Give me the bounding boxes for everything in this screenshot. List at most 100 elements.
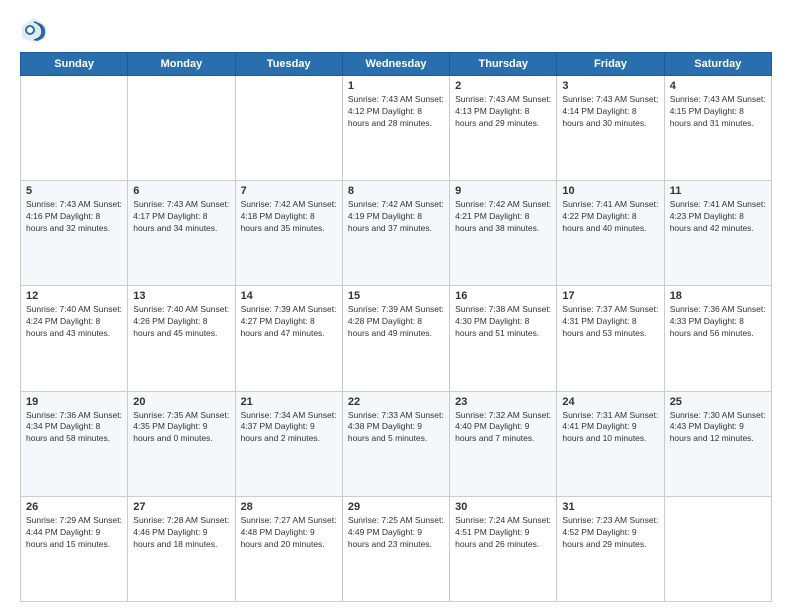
day-number: 25 <box>670 396 766 408</box>
day-number: 23 <box>455 396 551 408</box>
day-number: 27 <box>133 501 229 513</box>
day-cell: 13 Sunrise: 7:40 AM Sunset: 4:26 PM Dayli… <box>128 286 235 391</box>
day-number: 11 <box>670 185 766 197</box>
day-cell <box>128 76 235 181</box>
day-number: 13 <box>133 290 229 302</box>
weekday-header-wednesday: Wednesday <box>342 53 449 76</box>
day-info: Sunrise: 7:35 AM Sunset: 4:35 PM Dayligh… <box>133 410 229 446</box>
day-cell: 4 Sunrise: 7:43 AM Sunset: 4:15 PM Daylig… <box>664 76 771 181</box>
day-number: 19 <box>26 396 122 408</box>
day-number: 7 <box>241 185 337 197</box>
day-info: Sunrise: 7:40 AM Sunset: 4:26 PM Dayligh… <box>133 304 229 340</box>
day-number: 21 <box>241 396 337 408</box>
day-info: Sunrise: 7:40 AM Sunset: 4:24 PM Dayligh… <box>26 304 122 340</box>
day-cell: 12 Sunrise: 7:40 AM Sunset: 4:24 PM Dayli… <box>21 286 128 391</box>
day-number: 4 <box>670 80 766 92</box>
day-info: Sunrise: 7:32 AM Sunset: 4:40 PM Dayligh… <box>455 410 551 446</box>
day-cell: 20 Sunrise: 7:35 AM Sunset: 4:35 PM Dayli… <box>128 391 235 496</box>
day-info: Sunrise: 7:34 AM Sunset: 4:37 PM Dayligh… <box>241 410 337 446</box>
week-row-4: 19Sunrise: 7:36 AM Sunset: 4:34 PM Dayli… <box>21 391 772 496</box>
day-number: 10 <box>562 185 658 197</box>
day-cell: 26 Sunrise: 7:29 AM Sunset: 4:44 PM Dayli… <box>21 496 128 601</box>
day-info: Sunrise: 7:27 AM Sunset: 4:48 PM Dayligh… <box>241 515 337 551</box>
day-number: 24 <box>562 396 658 408</box>
day-info: Sunrise: 7:37 AM Sunset: 4:31 PM Dayligh… <box>562 304 658 340</box>
day-number: 22 <box>348 396 444 408</box>
day-number: 8 <box>348 185 444 197</box>
day-number: 28 <box>241 501 337 513</box>
day-info: Sunrise: 7:25 AM Sunset: 4:49 PM Dayligh… <box>348 515 444 551</box>
day-cell: 18 Sunrise: 7:36 AM Sunset: 4:33 PM Dayli… <box>664 286 771 391</box>
day-info: Sunrise: 7:43 AM Sunset: 4:14 PM Dayligh… <box>562 94 658 130</box>
day-info: Sunrise: 7:33 AM Sunset: 4:38 PM Dayligh… <box>348 410 444 446</box>
day-info: Sunrise: 7:43 AM Sunset: 4:12 PM Dayligh… <box>348 94 444 130</box>
day-info: Sunrise: 7:23 AM Sunset: 4:52 PM Dayligh… <box>562 515 658 551</box>
day-cell: 31Sunrise: 7:23 AM Sunset: 4:52 PM Dayli… <box>557 496 664 601</box>
day-cell: 9 Sunrise: 7:42 AM Sunset: 4:21 PM Daylig… <box>450 181 557 286</box>
weekday-header-thursday: Thursday <box>450 53 557 76</box>
page: SundayMondayTuesdayWednesdayThursdayFrid… <box>0 0 792 612</box>
day-cell: 8 Sunrise: 7:42 AM Sunset: 4:19 PM Daylig… <box>342 181 449 286</box>
day-info: Sunrise: 7:31 AM Sunset: 4:41 PM Dayligh… <box>562 410 658 446</box>
day-info: Sunrise: 7:42 AM Sunset: 4:18 PM Dayligh… <box>241 199 337 235</box>
day-cell <box>21 76 128 181</box>
logo-icon <box>20 16 48 44</box>
day-info: Sunrise: 7:38 AM Sunset: 4:30 PM Dayligh… <box>455 304 551 340</box>
day-info: Sunrise: 7:39 AM Sunset: 4:27 PM Dayligh… <box>241 304 337 340</box>
day-cell: 3 Sunrise: 7:43 AM Sunset: 4:14 PM Daylig… <box>557 76 664 181</box>
header <box>20 16 772 44</box>
day-info: Sunrise: 7:43 AM Sunset: 4:15 PM Dayligh… <box>670 94 766 130</box>
day-cell: 22 Sunrise: 7:33 AM Sunset: 4:38 PM Dayli… <box>342 391 449 496</box>
day-cell: 16 Sunrise: 7:38 AM Sunset: 4:30 PM Dayli… <box>450 286 557 391</box>
day-info: Sunrise: 7:39 AM Sunset: 4:28 PM Dayligh… <box>348 304 444 340</box>
day-info: Sunrise: 7:41 AM Sunset: 4:23 PM Dayligh… <box>670 199 766 235</box>
calendar: SundayMondayTuesdayWednesdayThursdayFrid… <box>20 52 772 602</box>
day-cell: 15Sunrise: 7:39 AM Sunset: 4:28 PM Dayli… <box>342 286 449 391</box>
day-cell <box>664 496 771 601</box>
week-row-2: 5Sunrise: 7:43 AM Sunset: 4:16 PM Daylig… <box>21 181 772 286</box>
day-info: Sunrise: 7:42 AM Sunset: 4:19 PM Dayligh… <box>348 199 444 235</box>
day-info: Sunrise: 7:29 AM Sunset: 4:44 PM Dayligh… <box>26 515 122 551</box>
day-info: Sunrise: 7:28 AM Sunset: 4:46 PM Dayligh… <box>133 515 229 551</box>
day-number: 9 <box>455 185 551 197</box>
weekday-header-saturday: Saturday <box>664 53 771 76</box>
weekday-header-tuesday: Tuesday <box>235 53 342 76</box>
day-info: Sunrise: 7:42 AM Sunset: 4:21 PM Dayligh… <box>455 199 551 235</box>
week-row-1: 1 Sunrise: 7:43 AM Sunset: 4:12 PM Daylig… <box>21 76 772 181</box>
day-info: Sunrise: 7:30 AM Sunset: 4:43 PM Dayligh… <box>670 410 766 446</box>
day-cell: 10 Sunrise: 7:41 AM Sunset: 4:22 PM Dayli… <box>557 181 664 286</box>
day-info: Sunrise: 7:36 AM Sunset: 4:33 PM Dayligh… <box>670 304 766 340</box>
day-number: 2 <box>455 80 551 92</box>
day-cell: 17 Sunrise: 7:37 AM Sunset: 4:31 PM Dayli… <box>557 286 664 391</box>
day-cell: 19Sunrise: 7:36 AM Sunset: 4:34 PM Dayli… <box>21 391 128 496</box>
day-cell: 7 Sunrise: 7:42 AM Sunset: 4:18 PM Daylig… <box>235 181 342 286</box>
day-cell: 24 Sunrise: 7:31 AM Sunset: 4:41 PM Dayli… <box>557 391 664 496</box>
day-info: Sunrise: 7:43 AM Sunset: 4:16 PM Dayligh… <box>26 199 122 235</box>
weekday-header-row: SundayMondayTuesdayWednesdayThursdayFrid… <box>21 53 772 76</box>
day-cell: 6Sunrise: 7:43 AM Sunset: 4:17 PM Daylig… <box>128 181 235 286</box>
day-cell: 5Sunrise: 7:43 AM Sunset: 4:16 PM Daylig… <box>21 181 128 286</box>
day-number: 18 <box>670 290 766 302</box>
weekday-header-friday: Friday <box>557 53 664 76</box>
day-info: Sunrise: 7:24 AM Sunset: 4:51 PM Dayligh… <box>455 515 551 551</box>
week-row-5: 26 Sunrise: 7:29 AM Sunset: 4:44 PM Dayli… <box>21 496 772 601</box>
day-number: 1 <box>348 80 444 92</box>
day-cell: 28 Sunrise: 7:27 AM Sunset: 4:48 PM Dayli… <box>235 496 342 601</box>
day-number: 14 <box>241 290 337 302</box>
day-info: Sunrise: 7:43 AM Sunset: 4:17 PM Dayligh… <box>133 199 229 235</box>
logo <box>20 16 52 44</box>
day-cell: 30Sunrise: 7:24 AM Sunset: 4:51 PM Dayli… <box>450 496 557 601</box>
day-number: 26 <box>26 501 122 513</box>
day-number: 17 <box>562 290 658 302</box>
day-cell: 14 Sunrise: 7:39 AM Sunset: 4:27 PM Dayli… <box>235 286 342 391</box>
day-info: Sunrise: 7:41 AM Sunset: 4:22 PM Dayligh… <box>562 199 658 235</box>
weekday-header-monday: Monday <box>128 53 235 76</box>
day-number: 12 <box>26 290 122 302</box>
day-number: 3 <box>562 80 658 92</box>
day-cell: 2 Sunrise: 7:43 AM Sunset: 4:13 PM Daylig… <box>450 76 557 181</box>
day-number: 16 <box>455 290 551 302</box>
day-cell: 27 Sunrise: 7:28 AM Sunset: 4:46 PM Dayli… <box>128 496 235 601</box>
day-info: Sunrise: 7:43 AM Sunset: 4:13 PM Dayligh… <box>455 94 551 130</box>
day-number: 20 <box>133 396 229 408</box>
day-cell: 23 Sunrise: 7:32 AM Sunset: 4:40 PM Dayli… <box>450 391 557 496</box>
